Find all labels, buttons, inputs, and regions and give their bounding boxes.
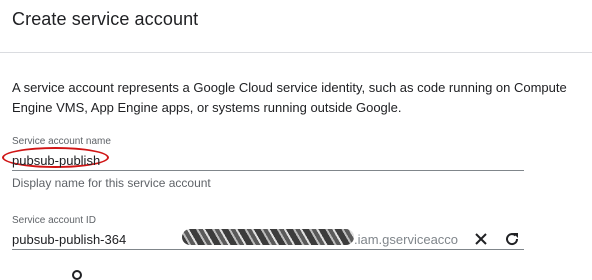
service-account-name-helper: Display name for this service account [12,176,211,190]
service-account-name-input[interactable]: pubsub-publish [2,147,524,171]
service-account-name-value: pubsub-publish [12,153,101,168]
service-account-id-field: Service account ID pubsub-publish-364 .i… [12,215,524,250]
refresh-icon[interactable] [502,229,522,249]
redacted-region [182,229,354,245]
service-account-id-input[interactable]: pubsub-publish-364 .iam.gserviceacco [12,227,524,250]
description-text: A service account represents a Google Cl… [12,80,567,115]
service-account-name-label: Service account name [12,136,111,147]
close-icon[interactable] [471,229,491,249]
service-account-id-value: pubsub-publish-364 [12,232,127,247]
service-account-id-suffix: .iam.gserviceacco [354,232,459,247]
dialog-header: Create service account [0,0,592,53]
page-title: Create service account [12,9,199,29]
service-account-name-field: Service account name pubsub-publish Disp… [2,136,524,190]
partial-circle-icon [72,270,82,280]
service-account-id-label: Service account ID [12,215,96,226]
